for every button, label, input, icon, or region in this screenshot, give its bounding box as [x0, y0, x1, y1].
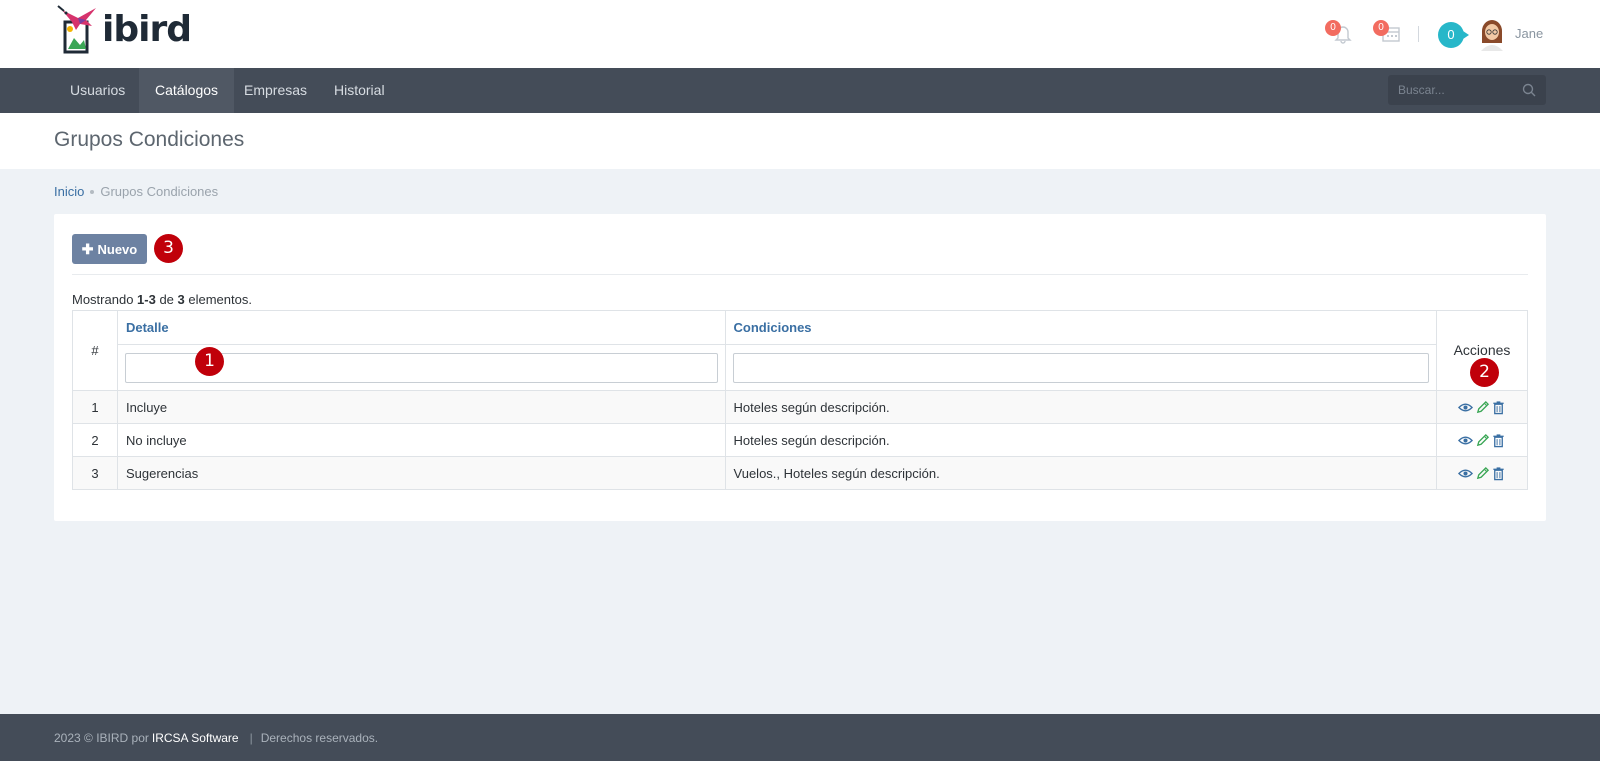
nav-item-catalogos[interactable]: Catálogos [139, 68, 235, 113]
row-condiciones: Vuelos., Hoteles según descripción. [724, 456, 1438, 490]
delete-trash-icon[interactable] [1491, 400, 1506, 415]
summary-suffix: elementos. [184, 292, 252, 307]
new-button-label: Nuevo [97, 241, 138, 257]
plus-icon: ✚ [81, 240, 94, 257]
breadcrumb-home-link[interactable]: Inicio [54, 184, 84, 199]
top-header: ibird 0 0 0 Jane [0, 0, 1600, 68]
new-button[interactable]: ✚ Nuevo [72, 234, 147, 264]
calendar-button[interactable]: 0 [1373, 20, 1405, 46]
user-avatar[interactable] [1478, 17, 1506, 51]
notifications-button[interactable]: 0 [1325, 20, 1357, 46]
nav-item-usuarios[interactable]: Usuarios [54, 68, 141, 113]
annotation-badge-2: 2 [1470, 358, 1499, 387]
footer-text: 2023 © IBIRD por IRCSA Software | Derech… [54, 731, 378, 745]
calendar-badge: 0 [1373, 20, 1389, 36]
conditions-table: # Detalle Condiciones Acciones 1 Incluye [72, 310, 1528, 490]
breadcrumb-separator [90, 189, 95, 194]
delete-trash-icon[interactable] [1491, 433, 1506, 448]
column-header-condiciones[interactable]: Condiciones [724, 310, 1438, 345]
card-divider [72, 274, 1528, 275]
nav-item-empresas[interactable]: Empresas [228, 68, 323, 113]
edit-pencil-icon[interactable] [1475, 466, 1490, 481]
summary-middle: de [155, 292, 178, 307]
footer-company-link[interactable]: IRCSA Software [152, 731, 239, 745]
summary-total: 3 [177, 292, 185, 307]
acciones-label: Acciones [1453, 341, 1511, 358]
search-icon[interactable] [1522, 83, 1536, 97]
main-nav: Usuarios Catálogos Empresas Historial [0, 68, 1600, 113]
row-detalle: No incluye [116, 423, 726, 457]
page-header: Grupos Condiciones [0, 113, 1600, 169]
page-title: Grupos Condiciones [54, 128, 245, 151]
view-eye-icon[interactable] [1457, 400, 1473, 415]
footer: 2023 © IBIRD por IRCSA Software | Derech… [0, 714, 1600, 761]
column-header-number: # [72, 310, 118, 391]
row-number: 1 [72, 390, 118, 424]
logo-text: ibird [102, 9, 192, 50]
search-box [1388, 75, 1546, 105]
summary-prefix: Mostrando [72, 292, 138, 307]
annotation-badge-1: 1 [195, 347, 224, 376]
search-input[interactable] [1388, 75, 1518, 105]
content-card: ✚ Nuevo 3 Mostrando 1-3 de 3 elementos. … [54, 214, 1546, 521]
annotation-badge-3: 3 [154, 234, 183, 263]
table-row: 1 Incluye Hoteles según descripción. [72, 390, 1528, 424]
messages-button[interactable]: 0 [1438, 22, 1469, 48]
column-header-detalle[interactable]: Detalle [116, 310, 726, 345]
table-row: 3 Sugerencias Vuelos., Hoteles según des… [72, 456, 1528, 490]
ibird-logo[interactable]: ibird [56, 4, 192, 54]
row-condiciones: Hoteles según descripción. [724, 390, 1438, 424]
footer-copyright: 2023 © IBIRD por [54, 731, 149, 745]
breadcrumb: Inicio Grupos Condiciones [54, 184, 218, 199]
row-number: 2 [72, 423, 118, 457]
nav-item-historial[interactable]: Historial [318, 68, 401, 113]
summary-range: 1-3 [137, 292, 156, 307]
row-actions [1436, 423, 1528, 457]
results-summary: Mostrando 1-3 de 3 elementos. [72, 292, 252, 307]
row-number: 3 [72, 456, 118, 490]
hummingbird-logo-icon [57, 5, 96, 54]
row-actions [1436, 456, 1528, 490]
view-eye-icon[interactable] [1457, 466, 1473, 481]
row-condiciones: Hoteles según descripción. [724, 423, 1438, 457]
table-row: 2 No incluye Hoteles según descripción. [72, 423, 1528, 457]
filter-cell-condiciones [724, 344, 1438, 391]
view-eye-icon[interactable] [1457, 433, 1473, 448]
row-actions [1436, 390, 1528, 424]
footer-separator: | [249, 731, 253, 745]
footer-rights: Derechos reservados. [260, 731, 379, 745]
row-detalle: Sugerencias [116, 456, 726, 490]
edit-pencil-icon[interactable] [1475, 400, 1490, 415]
condiciones-filter-input[interactable] [732, 352, 1429, 383]
notifications-badge: 0 [1325, 20, 1341, 36]
breadcrumb-current: Grupos Condiciones [100, 184, 219, 199]
delete-trash-icon[interactable] [1491, 466, 1506, 481]
edit-pencil-icon[interactable] [1475, 433, 1490, 448]
row-detalle: Incluye [116, 390, 726, 424]
user-name[interactable]: Jane [1515, 26, 1543, 41]
header-divider [1418, 26, 1419, 42]
